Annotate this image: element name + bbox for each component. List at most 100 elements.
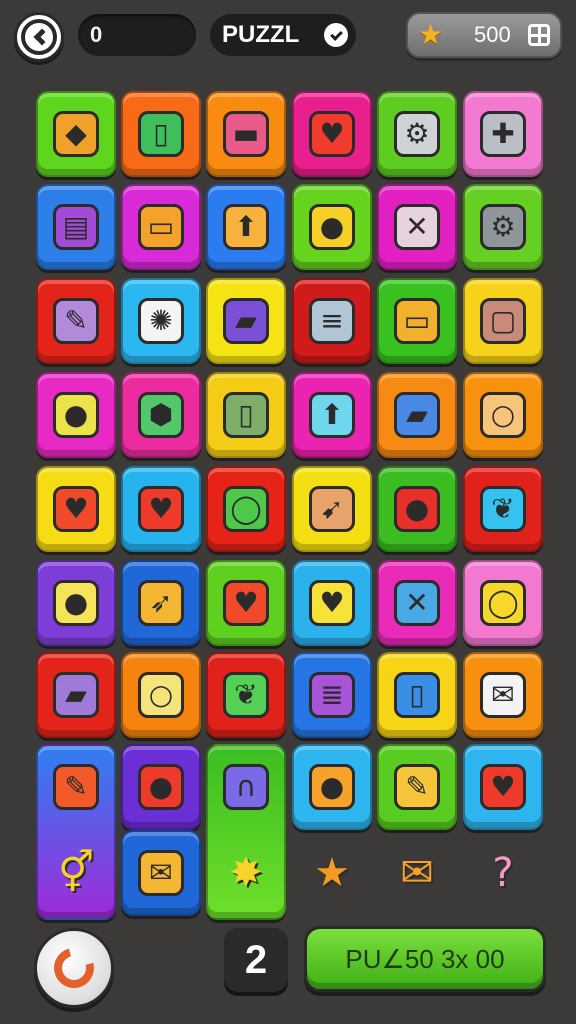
tile-5-2[interactable]: ♥ <box>206 560 286 646</box>
magnifier-icon: ○ <box>480 392 526 438</box>
tile-3-1[interactable]: ⬢ <box>121 372 201 458</box>
tile-6-4[interactable]: ▯ <box>377 652 457 738</box>
heart-icon: ♥ <box>138 486 184 532</box>
tile-0-3[interactable]: ♥ <box>292 91 372 177</box>
tile-3-2[interactable]: ▯ <box>206 372 286 458</box>
tile-0-2[interactable]: ▬ <box>206 91 286 177</box>
puzzle-board: ◆ ▯ ▬ ♥ ⚙ ✚ ▤ ▭ ⬆ ● ✕ ⚙ ✎ ✺ ▰ ≡ ▭ ▢ ● ⬢ ▯ ⬆ ▰ ○ ♥ ♥ ◯ ➹ ● ❦ ● ➶ ♥ ♥ ✕ ◯ ▰ ○ ❦ ≣… <box>0 0 576 1024</box>
ruler-icon: ▰ <box>53 672 99 718</box>
pen-icon: ✎ <box>394 764 440 810</box>
tile-0-1[interactable]: ▯ <box>121 91 201 177</box>
tablet-icon: ▯ <box>223 392 269 438</box>
mushroom-icon: ⬆ <box>223 204 269 250</box>
tile-4-2[interactable]: ◯ <box>206 466 286 552</box>
tile-4-0[interactable]: ♥ <box>36 466 116 552</box>
gear-icon: ⚙ <box>480 204 526 250</box>
tile-1-3[interactable]: ● <box>292 184 372 270</box>
tile-0-0[interactable]: ◆ <box>36 91 116 177</box>
tile-7-5[interactable]: ♥ <box>463 744 543 830</box>
ruler-icon: ▰ <box>394 392 440 438</box>
magnifier-icon: ○ <box>138 672 184 718</box>
play-button[interactable]: PU∠50 3x 00 <box>304 926 546 992</box>
tile-8-5[interactable]: ? <box>463 830 543 916</box>
tile-5-3[interactable]: ♥ <box>292 560 372 646</box>
sun-gear-icon: ✺ <box>138 298 184 344</box>
magnifier-icon: ● <box>309 204 355 250</box>
tile-6-5[interactable]: ✉ <box>463 652 543 738</box>
tile-2-2[interactable]: ▰ <box>206 278 286 364</box>
leaf-icon: ❦ <box>480 486 526 532</box>
pencil-icon: ✎ <box>53 764 99 810</box>
ruler-icon: ▰ <box>223 298 269 344</box>
tile-2-4[interactable]: ▭ <box>377 278 457 364</box>
tile-8-1[interactable]: ✉ <box>121 830 201 916</box>
tile-6-1[interactable]: ○ <box>121 652 201 738</box>
heart-icon: ♥ <box>309 580 355 626</box>
tile-1-2[interactable]: ⬆ <box>206 184 286 270</box>
tile-4-3[interactable]: ➹ <box>292 466 372 552</box>
tile-1-5[interactable]: ⚙ <box>463 184 543 270</box>
tile-7-3[interactable]: ● <box>292 744 372 830</box>
tile-4-4[interactable]: ● <box>377 466 457 552</box>
tile-8-0-overlay: ⚥ <box>36 830 116 916</box>
tile-1-4[interactable]: ✕ <box>377 184 457 270</box>
heart-icon: ♥ <box>480 764 526 810</box>
bomb-icon: ● <box>138 764 184 810</box>
heart-icon: ♥ <box>53 486 99 532</box>
toolbox-icon: ▭ <box>394 298 440 344</box>
tile-2-1[interactable]: ✺ <box>121 278 201 364</box>
apple-icon: ● <box>394 486 440 532</box>
lemon-icon: ● <box>53 392 99 438</box>
pencil-icon: ✎ <box>53 298 99 344</box>
tile-4-1[interactable]: ♥ <box>121 466 201 552</box>
ring-icon: ◯ <box>480 580 526 626</box>
tile-8-2-overlay: ✸ <box>206 830 286 916</box>
tile-7-1[interactable]: ● <box>121 744 201 830</box>
moves-counter: 2 <box>224 928 288 992</box>
hammer-icon: ⬢ <box>138 392 184 438</box>
tablet-icon: ▯ <box>138 111 184 157</box>
tile-0-4[interactable]: ⚙ <box>377 91 457 177</box>
heart-icon: ♥ <box>223 580 269 626</box>
tile-8-3[interactable]: ★ <box>292 830 372 916</box>
tile-5-4[interactable]: ✕ <box>377 560 457 646</box>
tile-6-2[interactable]: ❦ <box>206 652 286 738</box>
rocket-icon: ➶ <box>138 580 184 626</box>
crosshair-icon: ✕ <box>394 204 440 250</box>
tile-1-1[interactable]: ▭ <box>121 184 201 270</box>
tile-3-5[interactable]: ○ <box>463 372 543 458</box>
tile-0-5[interactable]: ✚ <box>463 91 543 177</box>
tile-4-5[interactable]: ❦ <box>463 466 543 552</box>
tile-5-1[interactable]: ➶ <box>121 560 201 646</box>
tile-6-0[interactable]: ▰ <box>36 652 116 738</box>
undo-icon <box>46 940 102 996</box>
tile-2-0[interactable]: ✎ <box>36 278 116 364</box>
balloon-icon: ● <box>309 764 355 810</box>
gear-lock-icon: ⚙ <box>394 111 440 157</box>
horseshoe-icon: ∩ <box>223 764 269 810</box>
diamond-sign-icon: ◆ <box>53 111 99 157</box>
notes-icon: ≣ <box>309 672 355 718</box>
tile-5-0[interactable]: ● <box>36 560 116 646</box>
window-icon: ▤ <box>53 204 99 250</box>
question-icon: ? <box>492 850 514 896</box>
tile-3-4[interactable]: ▰ <box>377 372 457 458</box>
star-icon: ★ <box>314 850 350 896</box>
envelope-icon: ✉ <box>480 672 526 718</box>
undo-button[interactable] <box>34 928 114 1008</box>
tile-1-0[interactable]: ▤ <box>36 184 116 270</box>
tile-8-4[interactable]: ✉ <box>377 830 457 916</box>
tile-3-0[interactable]: ● <box>36 372 116 458</box>
tile-7-4[interactable]: ✎ <box>377 744 457 830</box>
tile-2-5[interactable]: ▢ <box>463 278 543 364</box>
radio-icon: ▭ <box>138 204 184 250</box>
tile-3-3[interactable]: ⬆ <box>292 372 372 458</box>
briefcase-icon: ▢ <box>480 298 526 344</box>
leaf-icon: ❦ <box>223 672 269 718</box>
tile-2-3[interactable]: ≡ <box>292 278 372 364</box>
tile-5-5[interactable]: ◯ <box>463 560 543 646</box>
tile-6-3[interactable]: ≣ <box>292 652 372 738</box>
phone-icon: ▯ <box>394 672 440 718</box>
document-icon: ≡ <box>309 298 355 344</box>
cross-icon: ✕ <box>394 580 440 626</box>
